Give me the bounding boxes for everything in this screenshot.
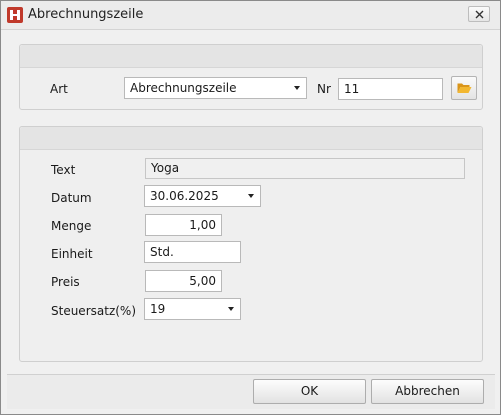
datum-label: Datum — [51, 191, 92, 205]
nr-label: Nr — [317, 82, 331, 96]
close-button[interactable] — [468, 6, 490, 22]
detail-panel-caption — [20, 127, 482, 150]
datum-value: 30.06.2025 — [150, 189, 219, 203]
einheit-input[interactable]: Std. — [144, 241, 241, 263]
steuersatz-label: Steuersatz(%) — [51, 304, 137, 318]
ok-button[interactable]: OK — [253, 379, 366, 404]
open-folder-button[interactable] — [451, 76, 477, 100]
folder-open-icon — [457, 83, 472, 93]
chevron-down-icon — [248, 194, 254, 198]
menge-label: Menge — [51, 219, 92, 233]
nr-input[interactable]: 11 — [338, 78, 443, 100]
datum-picker[interactable]: 30.06.2025 — [144, 185, 261, 207]
text-label: Text — [51, 163, 76, 177]
header-panel: Art Abrechnungszeile Nr 11 — [19, 44, 483, 110]
chevron-down-icon — [294, 86, 300, 90]
text-field[interactable]: Yoga — [145, 158, 465, 179]
header-panel-caption — [20, 45, 482, 68]
window-title: Abrechnungszeile — [28, 7, 144, 22]
close-icon — [475, 10, 484, 19]
preis-label: Preis — [51, 275, 80, 289]
einheit-label: Einheit — [51, 247, 93, 261]
title-bar[interactable]: Abrechnungszeile — [1, 1, 500, 30]
art-label: Art — [50, 82, 68, 96]
steuersatz-value: 19 — [150, 302, 166, 316]
preis-input[interactable]: 5,00 — [145, 270, 222, 292]
steuersatz-select[interactable]: 19 — [144, 298, 241, 320]
menge-input[interactable]: 1,00 — [145, 214, 222, 236]
button-bar: OK Abbrechen — [7, 374, 495, 409]
art-select-value: Abrechnungszeile — [130, 81, 237, 95]
cancel-button[interactable]: Abbrechen — [371, 379, 484, 404]
art-select[interactable]: Abrechnungszeile — [124, 77, 307, 99]
app-logo-icon — [7, 7, 23, 23]
dialog-window: Abrechnungszeile Art Abrechnungszeile Nr… — [0, 0, 501, 415]
chevron-down-icon — [228, 307, 234, 311]
detail-panel: Text Yoga Datum 30.06.2025 Menge 1,00 Ei… — [19, 126, 483, 362]
